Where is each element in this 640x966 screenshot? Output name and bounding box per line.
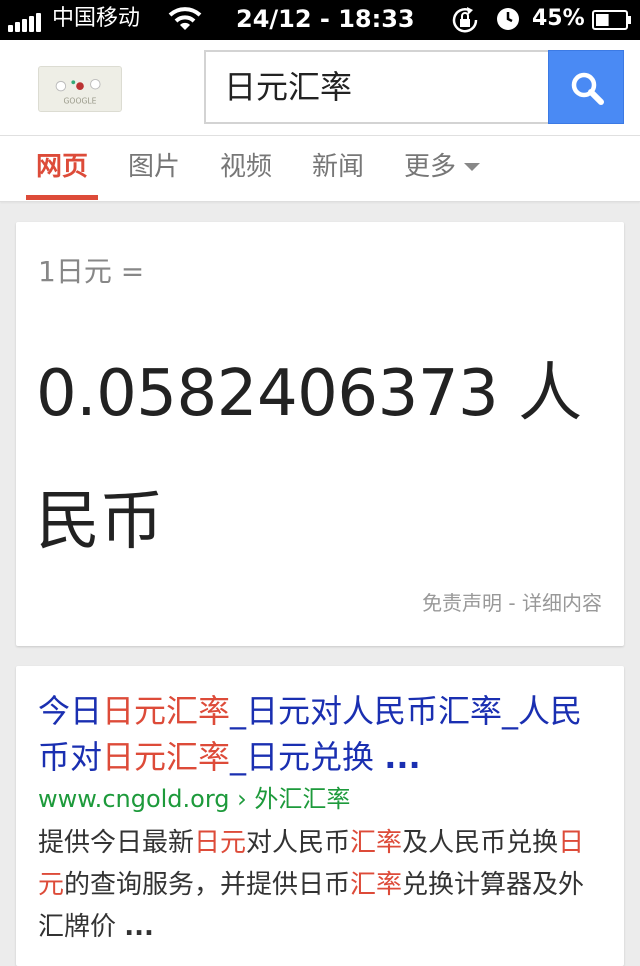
snippet-text: 及人民币兑换: [402, 828, 559, 858]
tab-news[interactable]: 新闻: [302, 136, 374, 202]
result-url: www.cngold.org › 外汇汇率: [38, 785, 351, 813]
title-text: ...: [384, 738, 421, 776]
search-button[interactable]: [548, 50, 624, 124]
snippet-highlight: 汇率: [350, 870, 403, 900]
search-input[interactable]: 日元汇率: [204, 50, 550, 124]
wifi-icon: [168, 7, 202, 30]
battery-fill: [596, 14, 609, 26]
google-doodle-logo[interactable]: GOOGLE: [38, 66, 122, 112]
snippet-highlight: 日元: [194, 828, 247, 858]
logo-text: GOOGLE: [64, 96, 97, 105]
status-datetime: 24/12 - 18:33: [236, 5, 415, 33]
search-icon: [571, 72, 604, 105]
status-bar: 中国移动 24/12 - 18:33 45%: [0, 0, 640, 40]
title-text: _日元兑换: [230, 738, 385, 776]
rotation-lock-icon: [452, 7, 478, 33]
carrier-name: 中国移动: [52, 6, 141, 31]
snippet-highlight: 汇率: [350, 828, 403, 858]
tab-web[interactable]: 网页: [26, 136, 98, 202]
result-title-link[interactable]: 今日日元汇率_日元对人民币汇率_人民币对日元汇率_日元兑换 ...: [38, 688, 598, 780]
disclaimer-link[interactable]: 免责声明 - 详细内容: [422, 588, 602, 618]
snippet-text: 提供今日最新: [38, 828, 195, 858]
active-tab-indicator: [26, 195, 98, 200]
currency-from: 1日元 =: [38, 255, 145, 288]
currency-converter-card: 1日元 = 0.0582406373 人民币 免责声明 - 详细内容: [16, 222, 624, 646]
battery-icon: [592, 10, 631, 30]
title-highlight: 日元汇率: [102, 738, 231, 776]
tab-more[interactable]: 更多: [394, 136, 466, 202]
title-highlight: 日元汇率: [102, 692, 231, 730]
result-snippet: 提供今日最新日元对人民币汇率及人民币兑换日元的查询服务，并提供日币汇率兑换计算器…: [38, 822, 604, 948]
snippet-text: 对人民币: [246, 828, 351, 858]
search-tabs: 网页 图片 视频 新闻 更多: [0, 136, 640, 202]
alarm-icon: [497, 8, 519, 30]
search-result-card: 今日日元汇率_日元对人民币汇率_人民币对日元汇率_日元兑换 ... www.cn…: [16, 666, 624, 966]
currency-result: 0.0582406373 人民币: [36, 357, 582, 559]
search-header: GOOGLE 日元汇率: [0, 40, 640, 136]
signal-icon: [8, 10, 48, 32]
tab-images[interactable]: 图片: [118, 136, 190, 202]
title-text: 今日: [38, 692, 103, 730]
battery-percent: 45%: [532, 6, 585, 31]
tab-videos[interactable]: 视频: [210, 136, 282, 202]
snippet-text: 的查询服务，并提供日币: [64, 870, 351, 900]
snippet-text: ...: [124, 912, 154, 942]
chevron-down-icon[interactable]: [464, 163, 480, 171]
